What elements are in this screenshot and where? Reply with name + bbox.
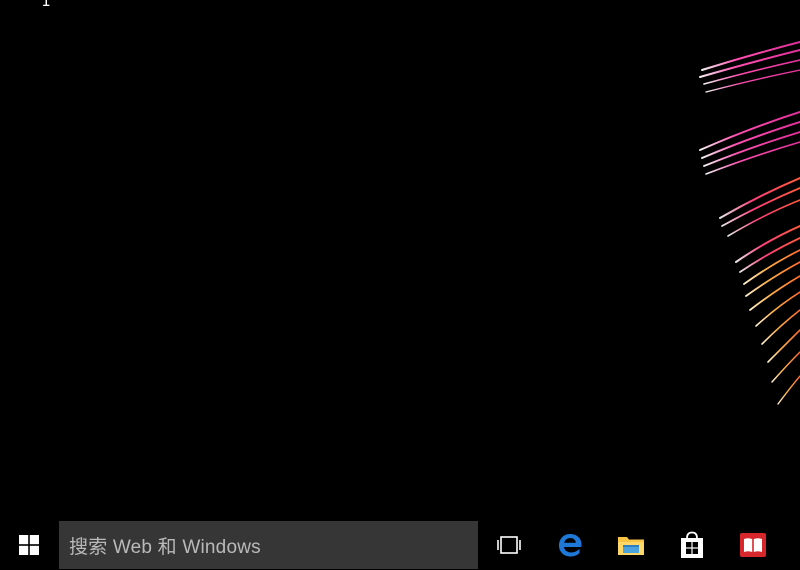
desktop: 1 [0,0,800,520]
store-bag-icon [681,531,703,558]
task-view-button[interactable] [484,520,534,570]
task-view-icon [497,536,521,554]
book-icon [740,533,766,557]
edge-button[interactable] [545,520,595,570]
desktop-icon-file[interactable]: 1 [22,0,70,26]
start-button[interactable] [0,520,58,570]
folder-icon [618,537,644,555]
wallpaper-light-streaks [699,41,800,405]
taskbar: 搜索 Web 和 Windows [0,520,800,570]
store-button[interactable] [667,520,717,570]
reader-button[interactable] [728,520,778,570]
edge-icon [559,534,582,557]
file-explorer-button[interactable] [606,520,656,570]
windows-logo-icon [19,535,39,555]
search-placeholder: 搜索 Web 和 Windows [69,536,261,558]
desktop-icon-label: 1 [41,0,51,10]
search-box[interactable]: 搜索 Web 和 Windows [59,521,478,569]
